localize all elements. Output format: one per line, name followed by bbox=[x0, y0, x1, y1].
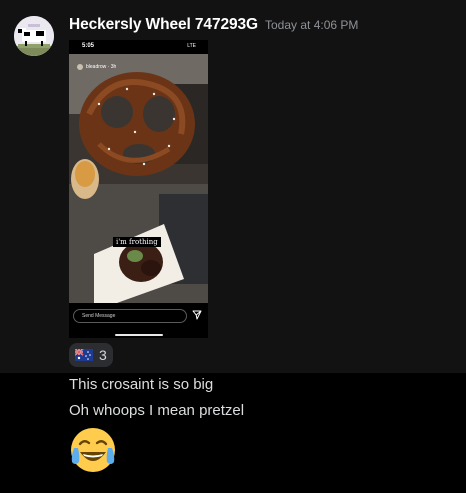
paper-plane-icon bbox=[192, 310, 202, 320]
story-user-label: bleadrow · 3h bbox=[86, 64, 117, 70]
chat-view: Heckersly Wheel 747293G Today at 4:06 PM… bbox=[0, 0, 466, 493]
avatar[interactable] bbox=[14, 16, 54, 56]
phone-status-signal: LTE bbox=[187, 43, 196, 49]
image-attachment[interactable]: 5:05 LTE bleadrow · 3h i'm frothing Send… bbox=[69, 40, 208, 338]
phone-status-time: 5:05 bbox=[82, 43, 95, 49]
pretzel-photo bbox=[69, 54, 208, 303]
username[interactable]: Heckersly Wheel 747293G bbox=[69, 16, 258, 34]
story-caption: i'm frothing bbox=[113, 237, 161, 247]
pixel-cow-avatar-icon bbox=[14, 16, 54, 56]
message-header: Heckersly Wheel 747293G Today at 4:06 PM bbox=[69, 16, 358, 34]
message-text-line: This crosaint is so big bbox=[69, 376, 214, 393]
story-user-row: bleadrow · 3h bbox=[77, 64, 116, 70]
send-message-placeholder: Send Message bbox=[82, 313, 116, 319]
face-with-tears-of-joy-icon bbox=[71, 428, 115, 472]
story-user-avatar bbox=[77, 64, 83, 70]
story-photo bbox=[69, 54, 208, 303]
reaction-count: 3 bbox=[99, 347, 107, 363]
australia-flag-icon bbox=[75, 349, 93, 361]
reaction-australia-flag[interactable]: 3 bbox=[69, 343, 113, 367]
home-indicator bbox=[115, 334, 163, 336]
send-message-field: Send Message bbox=[73, 309, 187, 323]
message-text-line: Oh whoops I mean pretzel bbox=[69, 402, 245, 419]
timestamp: Today at 4:06 PM bbox=[265, 18, 359, 32]
